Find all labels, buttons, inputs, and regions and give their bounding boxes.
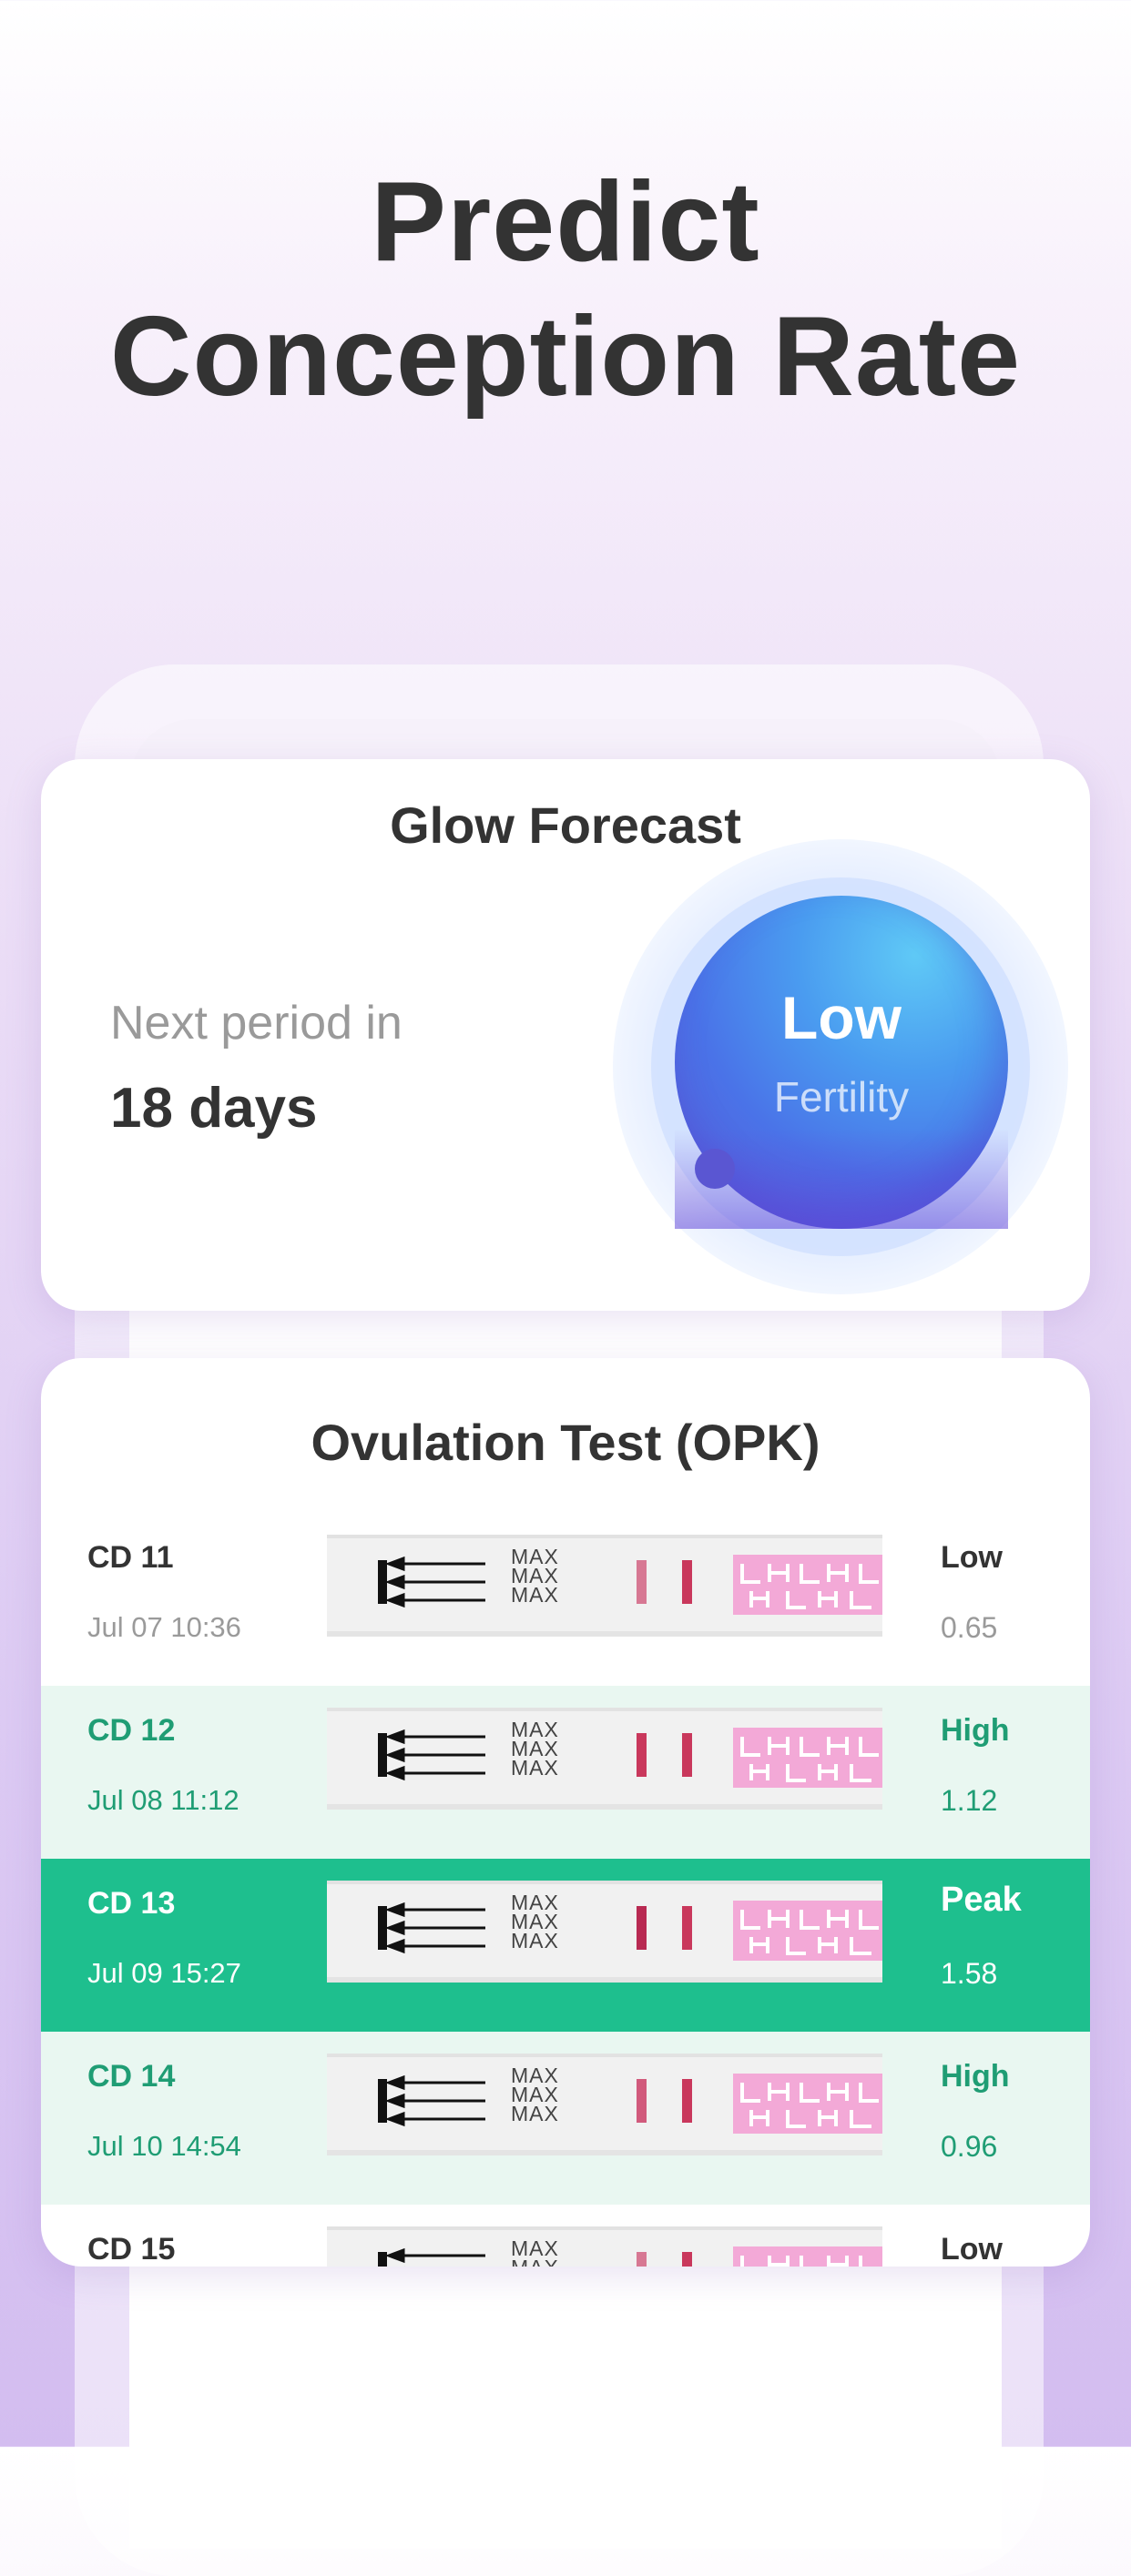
test-strip-image: MAXMAXMAX (327, 1535, 882, 1637)
control-line (682, 1560, 692, 1604)
opk-list: CD 11 Jul 07 10:36 MAX MAX MAX Low 0.65 CD… (41, 1513, 1090, 2267)
lh-pattern (733, 2246, 882, 2267)
next-period-value: 18 days (110, 1077, 318, 1140)
control-line (682, 2252, 692, 2267)
headline-line-1: Predict (371, 159, 760, 285)
lh-level: High (941, 1713, 1010, 1748)
forecast-title: Glow Forecast (390, 796, 741, 854)
cycle-day: CD 13 (87, 1886, 176, 1921)
opk-row-cd13[interactable]: CD 13 Jul 09 15:27 MAX MAX MAX Peak 1.58 (41, 1859, 1090, 2032)
next-period-label: Next period in (110, 997, 402, 1050)
strip-max-text: MAXMAXMAX (511, 2064, 559, 2125)
test-date: Jul 08 11:12 (87, 1784, 239, 1816)
arrows-icon (387, 1902, 485, 1954)
test-line (637, 1560, 647, 1604)
lh-ratio: 1.12 (941, 1784, 998, 1817)
opk-row-cd14[interactable]: CD 14 Jul 10 14:54 MAX MAX MAX High 0.96 (41, 2032, 1090, 2205)
lh-ratio: 0.65 (941, 1611, 998, 1644)
control-line (682, 1733, 692, 1777)
lh-pattern (733, 1728, 882, 1788)
cycle-day: CD 11 (87, 1540, 174, 1575)
control-line (682, 1906, 692, 1950)
test-line (637, 1906, 647, 1950)
lh-level: Low (941, 1540, 1003, 1575)
lh-pattern (733, 2074, 882, 2134)
test-strip-image: MAXMAXMAX (327, 1708, 882, 1810)
fertility-label: Fertility (773, 1073, 910, 1121)
arrows-icon (387, 1556, 485, 1608)
opk-row-cd11[interactable]: CD 11 Jul 07 10:36 MAX MAX MAX Low 0.65 (41, 1513, 1090, 1686)
opk-title: Ovulation Test (OPK) (311, 1414, 820, 1471)
strip-max-text: MAXMAXMAX (511, 1545, 559, 1607)
strip-max-text: MAXMAXMAX (511, 1718, 559, 1780)
control-line (682, 2079, 692, 2123)
test-line (637, 2252, 647, 2267)
opk-row-cd12[interactable]: CD 12 Jul 08 11:12 MAX MAX MAX High 1.12 (41, 1686, 1090, 1859)
headline: Predict Conception Rate (0, 155, 1131, 424)
arrows-icon (387, 2247, 485, 2267)
test-strip-image: MAXMAXMAX (327, 2054, 882, 2155)
lh-level: Peak (941, 1881, 1022, 1919)
lh-ratio: 0.96 (941, 2130, 998, 2163)
lh-level: High (941, 2059, 1010, 2094)
test-strip-image: MAXMAXMAX (327, 1881, 882, 1983)
cycle-day: CD 14 (87, 2059, 176, 2094)
test-date: Jul 07 10:36 (87, 1611, 241, 1643)
arrows-icon (387, 2074, 485, 2127)
lh-ratio: 1.58 (941, 1957, 998, 1990)
glow-forecast-card[interactable]: Glow Forecast Next period in 18 days Low… (41, 759, 1090, 1311)
headline-line-2: Conception Rate (109, 294, 1022, 420)
strip-max-text: MAXMAXMAX (511, 2236, 559, 2267)
cycle-day: CD 12 (87, 1713, 176, 1748)
cycle-day: CD 15 (87, 2232, 176, 2267)
ovulation-test-card[interactable]: Ovulation Test (OPK) CD 11 Jul 07 10:36 … (41, 1358, 1090, 2267)
test-line (637, 2079, 647, 2123)
fertility-level: Low (781, 984, 902, 1051)
lh-level: Low (941, 2232, 1003, 2267)
cycle-position-dot (695, 1149, 735, 1189)
lh-pattern (733, 1901, 882, 1961)
test-line (637, 1733, 647, 1777)
test-date: Jul 10 14:54 (87, 2130, 241, 2162)
opk-row-cd15[interactable]: CD 15 MAXMAXMAX Low (41, 2205, 1090, 2267)
strip-max-text: MAXMAXMAX (511, 1891, 559, 1952)
lh-pattern (733, 1555, 882, 1615)
arrows-icon (387, 1729, 485, 1781)
test-strip-image: MAXMAXMAX (327, 2226, 882, 2267)
test-date: Jul 09 15:27 (87, 1957, 241, 1989)
